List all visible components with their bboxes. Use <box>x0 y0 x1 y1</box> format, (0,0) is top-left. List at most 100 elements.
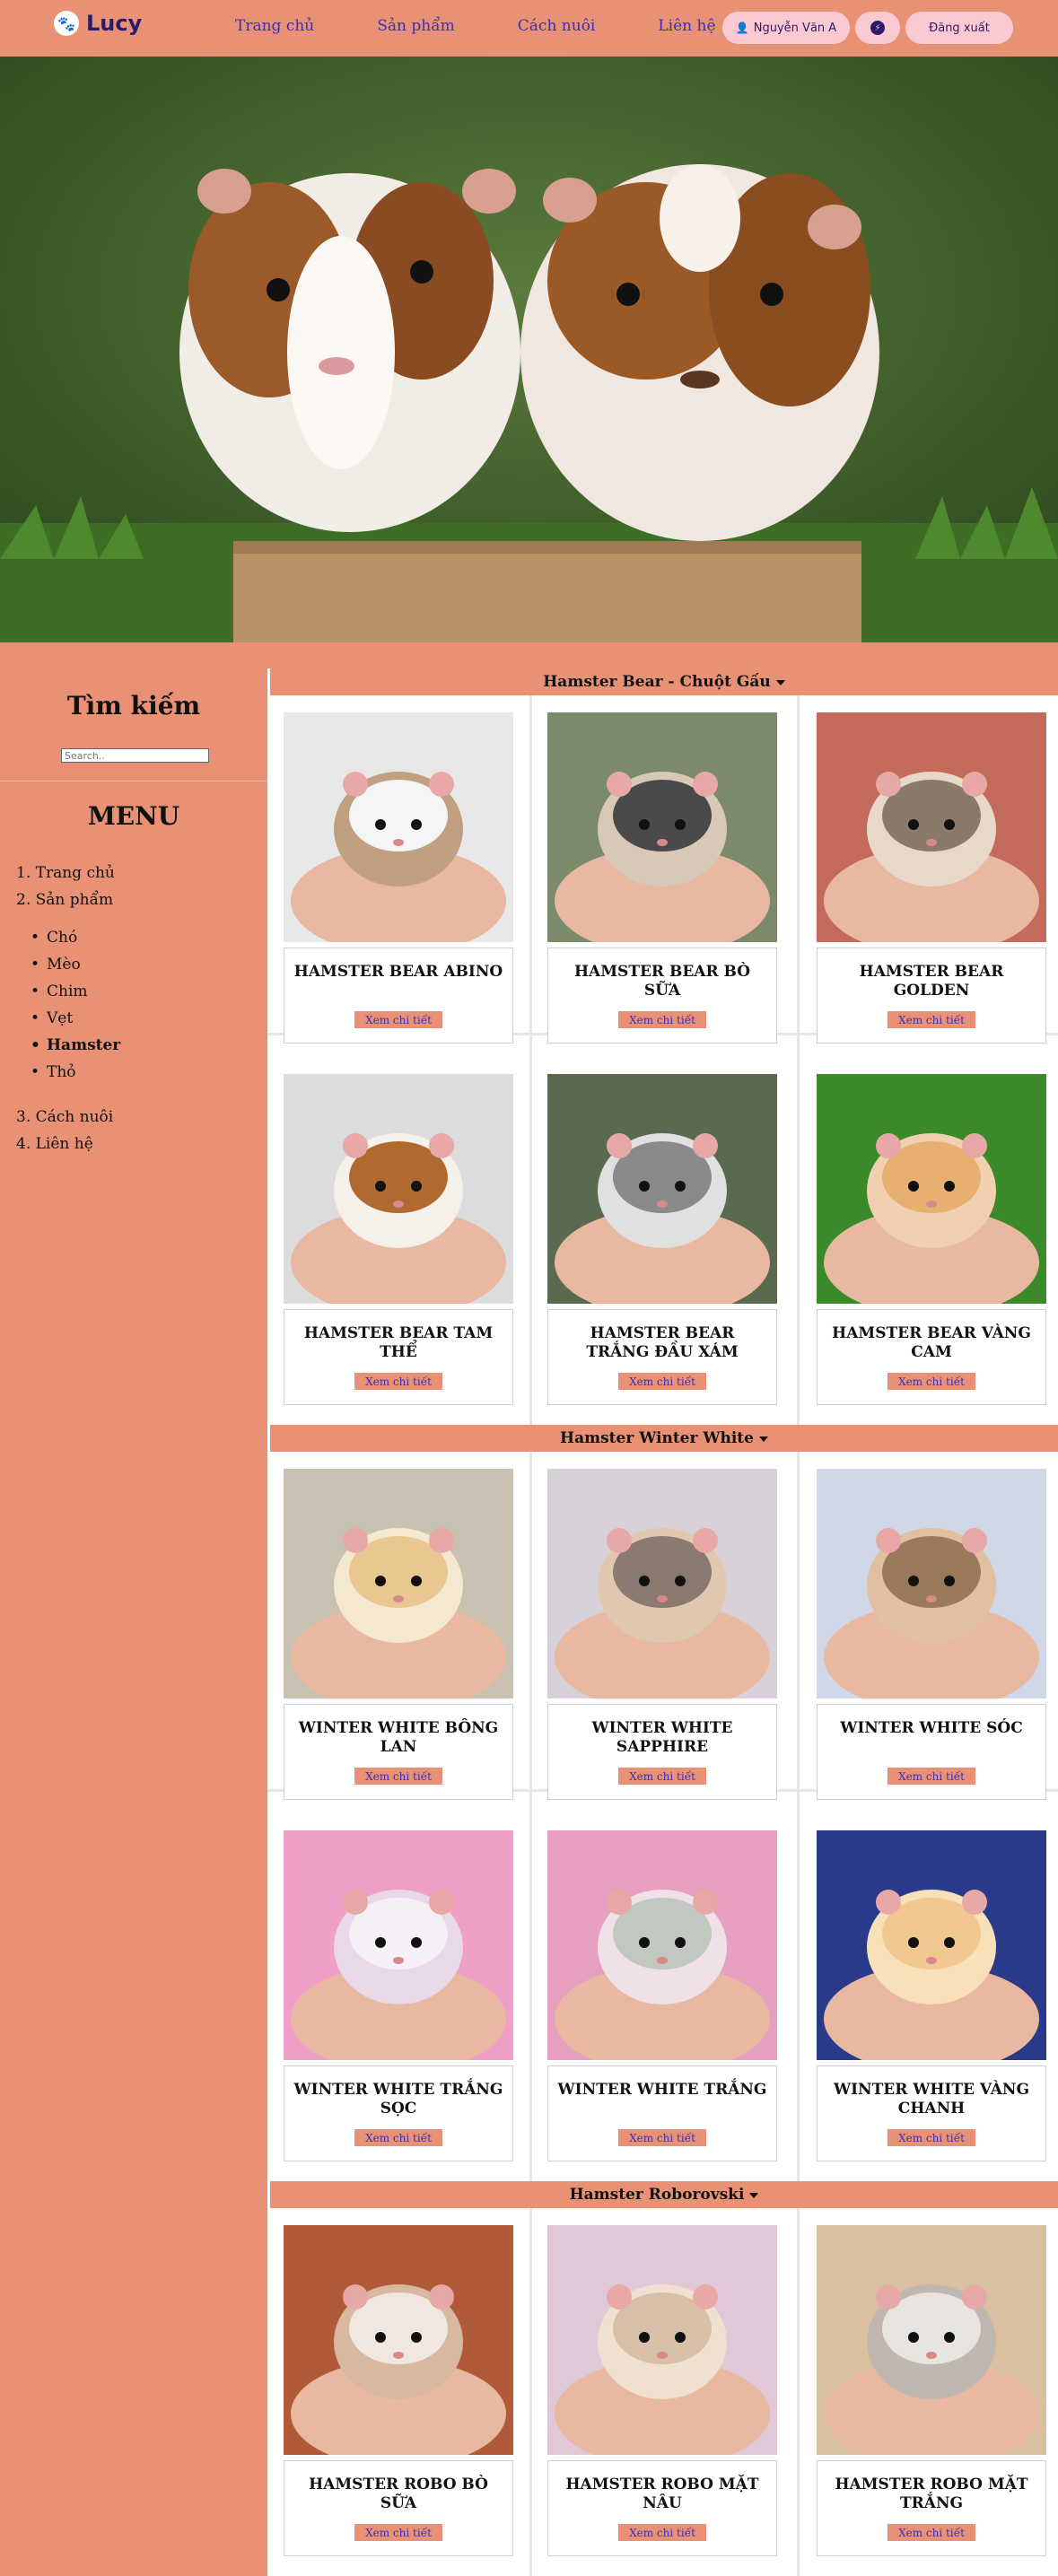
sidebar-item-care[interactable]: 3. Cách nuôi <box>16 1108 113 1126</box>
grid-divider <box>797 2208 800 2576</box>
product-image[interactable] <box>547 1074 777 1304</box>
product-info: HAMSTER ROBO MẶT NÂU Xem chi tiết <box>547 2460 777 2556</box>
view-details-button[interactable]: Xem chi tiết <box>618 1373 706 1390</box>
view-details-button[interactable]: Xem chi tiết <box>618 2129 706 2146</box>
view-details-button[interactable]: Xem chi tiết <box>354 1011 442 1028</box>
view-details-button[interactable]: Xem chi tiết <box>887 1373 975 1390</box>
view-details-button[interactable]: Xem chi tiết <box>618 1768 706 1785</box>
product-card: WINTER WHITE BÔNG LAN Xem chi tiết <box>284 1469 513 1800</box>
product-card: HAMSTER ROBO MẶT NÂU Xem chi tiết <box>547 2225 777 2556</box>
product-card: HAMSTER BEAR TAM THỂ Xem chi tiết <box>284 1074 513 1405</box>
product-name: HAMSTER ROBO BÒ SỮA <box>309 2476 488 2512</box>
product-image[interactable] <box>817 1074 1046 1304</box>
sidebar-item-products[interactable]: 2. Sản phẩm <box>16 891 113 909</box>
product-image[interactable] <box>547 712 777 942</box>
product-card: HAMSTER ROBO BÒ SỮA Xem chi tiết <box>284 2225 513 2556</box>
view-details-button[interactable]: Xem chi tiết <box>354 1373 442 1390</box>
view-details-button[interactable]: Xem chi tiết <box>354 1768 442 1785</box>
caret-down-icon <box>749 2193 759 2198</box>
product-image[interactable] <box>284 2225 513 2455</box>
product-name: HAMSTER ROBO MẶT TRẮNG <box>835 2476 1028 2512</box>
view-details-button[interactable]: Xem chi tiết <box>887 2129 975 2146</box>
sidebar-item-contact[interactable]: 4. Liên hệ <box>16 1135 93 1153</box>
product-image[interactable] <box>284 1074 513 1304</box>
top-navbar: 🐾 Lucy Trang chủ Sản phẩm Cách nuôi Liên… <box>0 0 1058 57</box>
search-title: Tìm kiếm <box>66 691 201 720</box>
logout-button[interactable]: Đăng xuất <box>905 12 1013 44</box>
product-info: HAMSTER BEAR VÀNG CAM Xem chi tiết <box>817 1309 1046 1405</box>
nav-link-home[interactable]: Trang chủ <box>235 17 314 35</box>
product-image[interactable] <box>817 712 1046 942</box>
caret-down-icon <box>758 1436 768 1442</box>
product-name: HAMSTER BEAR BÒ SỮA <box>573 963 751 1000</box>
product-info: WINTER WHITE SAPPHIRE Xem chi tiết <box>547 1704 777 1800</box>
product-info: WINTER WHITE BÔNG LAN Xem chi tiết <box>284 1704 513 1800</box>
view-details-button[interactable]: Xem chi tiết <box>887 2524 975 2541</box>
nav-actions: 👤 Nguyễn Văn A ⚡ Đăng xuất <box>722 12 1013 44</box>
menu-title: MENU <box>87 801 180 831</box>
product-card: HAMSTER BEAR TRẮNG ĐẦU XÁM Xem chi tiết <box>547 1074 777 1405</box>
product-name: HAMSTER BEAR TAM THỂ <box>303 1324 494 1361</box>
hero-image <box>0 57 1058 642</box>
nav-link-contact[interactable]: Liên hệ <box>658 17 715 35</box>
category-title: Hamster Roborovski <box>569 2186 745 2204</box>
user-button[interactable]: 👤 Nguyễn Văn A <box>722 12 850 44</box>
product-image[interactable] <box>817 2225 1046 2455</box>
sidebar-subitem-dog[interactable]: Chó <box>31 929 77 947</box>
category-header[interactable]: Hamster Roborovski <box>270 2181 1058 2208</box>
product-name: HAMSTER BEAR VÀNG CAM <box>832 1324 1031 1361</box>
view-details-button[interactable]: Xem chi tiết <box>354 2129 442 2146</box>
product-info: WINTER WHITE VÀNG CHANH Xem chi tiết <box>817 2065 1046 2161</box>
product-info: WINTER WHITE SÓC Xem chi tiết <box>817 1704 1046 1800</box>
view-details-button[interactable]: Xem chi tiết <box>887 1011 975 1028</box>
product-image[interactable] <box>284 712 513 942</box>
sidebar-subitem-rabbit[interactable]: Thỏ <box>31 1063 75 1081</box>
product-image[interactable] <box>547 1830 777 2060</box>
view-details-button[interactable]: Xem chi tiết <box>354 2524 442 2541</box>
product-name: WINTER WHITE TRẮNG <box>557 2081 767 2099</box>
sidebar-subitem-hamster[interactable]: Hamster <box>31 1036 120 1054</box>
product-grid: Hamster Bear - Chuột Gấu HAMSTER BEAR ABI… <box>267 668 1058 2576</box>
search-input[interactable] <box>61 748 209 763</box>
product-card: HAMSTER BEAR BÒ SỮA Xem chi tiết <box>547 712 777 1043</box>
product-image[interactable] <box>284 1830 513 2060</box>
grid-divider <box>529 2208 532 2576</box>
product-info: WINTER WHITE TRẮNG SỌC Xem chi tiết <box>284 2065 513 2161</box>
sidebar-item-home[interactable]: 1. Trang chủ <box>16 864 115 882</box>
view-details-button[interactable]: Xem chi tiết <box>618 1011 706 1028</box>
product-image[interactable] <box>817 1830 1046 2060</box>
product-image[interactable] <box>547 2225 777 2455</box>
nav-link-care[interactable]: Cách nuôi <box>518 17 596 35</box>
product-name: HAMSTER BEAR TRẮNG ĐẦU XÁM <box>586 1324 739 1361</box>
nav-links: Trang chủ Sản phẩm Cách nuôi Liên hệ <box>235 17 779 35</box>
sidebar-subitem-bird[interactable]: Chim <box>31 982 87 1000</box>
product-name: WINTER WHITE TRẮNG SỌC <box>293 2081 503 2118</box>
product-image[interactable] <box>547 1469 777 1698</box>
product-name: HAMSTER BEAR GOLDEN <box>859 963 1004 1000</box>
product-info: WINTER WHITE TRẮNG Xem chi tiết <box>547 2065 777 2161</box>
product-name: HAMSTER BEAR ABINO <box>293 963 503 981</box>
paw-icon: 🐾 <box>54 11 79 36</box>
logo[interactable]: 🐾 Lucy <box>54 11 142 36</box>
product-name: WINTER WHITE BÔNG LAN <box>298 1719 499 1756</box>
product-image[interactable] <box>284 1469 513 1698</box>
category-header[interactable]: Hamster Bear - Chuột Gấu <box>270 668 1058 695</box>
messenger-button[interactable]: ⚡ <box>855 12 900 44</box>
product-info: HAMSTER BEAR TAM THỂ Xem chi tiết <box>284 1309 513 1405</box>
product-card: WINTER WHITE VÀNG CHANH Xem chi tiết <box>817 1830 1046 2161</box>
product-image[interactable] <box>817 1469 1046 1698</box>
view-details-button[interactable]: Xem chi tiết <box>887 1768 975 1785</box>
category-header[interactable]: Hamster Winter White <box>270 1425 1058 1452</box>
logo-text: Lucy <box>86 11 143 36</box>
product-name: WINTER WHITE VÀNG CHANH <box>834 2081 1029 2118</box>
sidebar-subitem-parrot[interactable]: Vẹt <box>31 1009 73 1027</box>
product-info: HAMSTER BEAR GOLDEN Xem chi tiết <box>817 947 1046 1043</box>
nav-link-products[interactable]: Sản phẩm <box>377 17 455 35</box>
product-card: WINTER WHITE TRẮNG SỌC Xem chi tiết <box>284 1830 513 2161</box>
product-name: WINTER WHITE SÓC <box>840 1719 1023 1737</box>
user-name: Nguyễn Văn A <box>753 21 837 35</box>
product-card: HAMSTER BEAR ABINO Xem chi tiết <box>284 712 513 1043</box>
view-details-button[interactable]: Xem chi tiết <box>618 2524 706 2541</box>
sidebar-subitem-cat[interactable]: Mèo <box>31 956 81 974</box>
caret-down-icon <box>775 680 785 685</box>
